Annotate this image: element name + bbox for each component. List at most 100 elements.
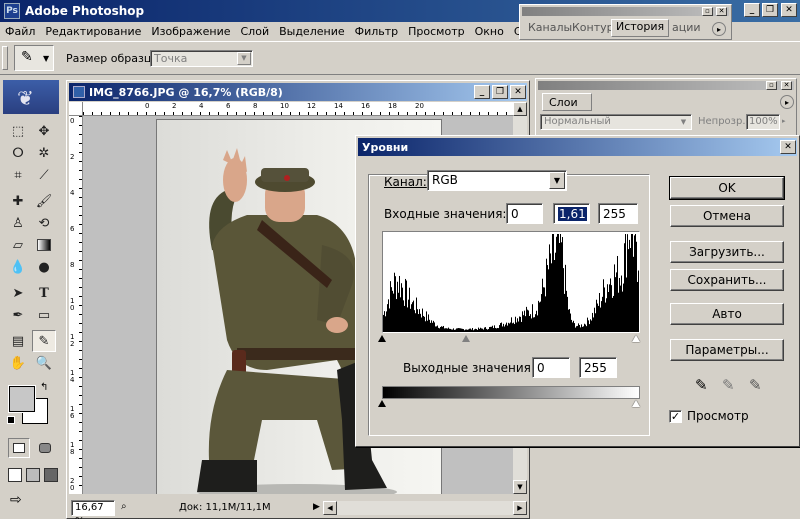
scroll-down-button[interactable]: ▼ (513, 480, 527, 494)
channel-select[interactable]: RGB ▼ (427, 170, 567, 191)
lasso-tool-icon[interactable]: ⵔ (6, 142, 30, 164)
foreground-color-swatch[interactable] (8, 385, 36, 413)
brush-tool-icon[interactable]: 🖌 (32, 190, 56, 212)
input-white-field[interactable]: 255 (598, 203, 638, 224)
ruler-origin[interactable] (69, 102, 83, 116)
opacity-slider-icon[interactable]: ▸ (782, 117, 786, 125)
levels-close-button[interactable]: ✕ (780, 140, 796, 154)
minimize-button[interactable]: _ (744, 3, 760, 17)
clone-stamp-tool-icon[interactable]: ♙ (6, 212, 30, 234)
options-button[interactable]: Параметры... (670, 339, 784, 361)
output-slider-track[interactable] (378, 400, 642, 410)
slice-tool-icon[interactable]: ⟋ (32, 164, 56, 186)
options-bar-grip[interactable] (2, 46, 8, 70)
preview-checkbox[interactable]: ✓ (669, 410, 682, 423)
history-panel-minimize[interactable]: ▫ (702, 7, 713, 16)
output-white-field[interactable]: 255 (579, 357, 617, 378)
menu-image[interactable]: Изображение (146, 25, 235, 38)
ruler-vertical[interactable]: 0 2 4 6 8 1 0 1 2 1 4 1 6 1 8 2 0 (69, 116, 83, 494)
input-black-slider[interactable] (378, 335, 386, 342)
document-titlebar[interactable]: IMG_8766.JPG @ 16,7% (RGB/8) (69, 83, 527, 101)
shape-tool-icon[interactable]: ▭ (32, 304, 56, 326)
status-options-icon[interactable]: ⌕ (121, 501, 127, 512)
crop-tool-icon[interactable]: ⌗ (6, 164, 30, 186)
menu-file[interactable]: Файл (0, 25, 40, 38)
output-black-slider[interactable] (378, 400, 386, 407)
input-black-field[interactable]: 0 (506, 203, 543, 224)
tool-preset-picker[interactable]: ✎ ▼ (14, 45, 54, 71)
status-menu-icon[interactable]: ▶ (313, 502, 320, 512)
menu-window[interactable]: Окно (470, 25, 509, 38)
hand-tool-icon[interactable]: ✋ (6, 352, 30, 374)
tab-actions[interactable]: ации (672, 21, 702, 37)
white-point-eyedropper-icon[interactable]: ✎ (749, 376, 762, 394)
gradient-tool-icon[interactable] (32, 234, 56, 256)
magic-wand-tool-icon[interactable]: ✲ (32, 142, 56, 164)
document-close-button[interactable]: ✕ (510, 85, 526, 99)
dodge-tool-icon[interactable]: ● (32, 256, 56, 278)
panel-menu-icon[interactable]: ▸ (712, 22, 726, 36)
history-panel-titlebar[interactable] (522, 7, 729, 16)
sample-size-select[interactable]: Точка ▼ (150, 50, 253, 67)
screen-mode-menu-icon[interactable] (26, 468, 40, 482)
cancel-button[interactable]: Отмена (670, 205, 784, 227)
input-gamma-slider[interactable] (462, 335, 470, 342)
ruler-horizontal[interactable]: 0 2 4 6 8 10 12 14 16 18 20 (83, 102, 513, 116)
history-brush-tool-icon[interactable]: ⟲ (32, 212, 56, 234)
quick-mask-mode-icon[interactable] (34, 438, 56, 458)
history-panel-close[interactable]: ✕ (716, 7, 727, 16)
load-button[interactable]: Загрузить... (670, 241, 784, 263)
screen-mode-full-icon[interactable] (44, 468, 58, 482)
move-tool-icon[interactable]: ✥ (32, 120, 56, 142)
tab-layers[interactable]: Слои (542, 93, 592, 111)
menu-filter[interactable]: Фильтр (350, 25, 404, 38)
notes-tool-icon[interactable]: ▤ (6, 330, 30, 352)
document-minimize-button[interactable]: _ (474, 85, 490, 99)
horizontal-scrollbar[interactable] (337, 501, 513, 515)
gray-point-eyedropper-icon[interactable]: ✎ (722, 376, 735, 394)
tab-history[interactable]: История (611, 19, 669, 37)
zoom-tool-icon[interactable]: 🔍 (32, 352, 56, 374)
preview-label[interactable]: Просмотр (687, 409, 749, 423)
close-button[interactable]: ✕ (781, 3, 797, 17)
layers-panel-titlebar[interactable] (538, 81, 794, 90)
layers-panel-close[interactable]: ✕ (781, 81, 792, 90)
default-colors-icon[interactable] (7, 416, 15, 424)
document-maximize-button[interactable]: ❐ (492, 85, 508, 99)
menu-view[interactable]: Просмотр (403, 25, 469, 38)
save-button[interactable]: Сохранить... (670, 269, 784, 291)
menu-edit[interactable]: Редактирование (40, 25, 146, 38)
swap-colors-icon[interactable]: ↰ (40, 382, 48, 393)
input-white-slider[interactable] (632, 335, 640, 342)
healing-brush-tool-icon[interactable]: ✚ (6, 190, 30, 212)
eyedropper-tool-icon[interactable]: ✎ (32, 330, 56, 352)
maximize-button[interactable]: ❐ (762, 3, 778, 17)
menu-layer[interactable]: Слой (236, 25, 275, 38)
scroll-up-button[interactable]: ▲ (513, 102, 527, 116)
zoom-field[interactable]: 16,67 % (71, 500, 115, 519)
pen-tool-icon[interactable]: ✒ (6, 304, 30, 326)
path-selection-tool-icon[interactable]: ➤ (6, 282, 30, 304)
menu-select[interactable]: Выделение (274, 25, 350, 38)
eraser-tool-icon[interactable]: ▱ (6, 234, 30, 256)
marquee-tool-icon[interactable]: ⬚ (6, 120, 30, 142)
opacity-field[interactable]: 100% (746, 114, 780, 130)
levels-titlebar[interactable]: Уровни (358, 138, 797, 156)
layers-menu-icon[interactable]: ▸ (780, 95, 794, 109)
output-white-slider[interactable] (632, 400, 640, 407)
blur-tool-icon[interactable]: 💧 (6, 256, 30, 278)
black-point-eyedropper-icon[interactable]: ✎ (695, 376, 708, 394)
scroll-right-button[interactable]: ▶ (513, 501, 527, 515)
standard-mode-icon[interactable] (8, 438, 30, 458)
scroll-left-button[interactable]: ◀ (323, 501, 337, 515)
output-black-field[interactable]: 0 (532, 357, 570, 378)
blend-mode-select[interactable]: Нормальный ▼ (540, 114, 692, 130)
screen-mode-standard-icon[interactable] (8, 468, 22, 482)
input-slider-track[interactable] (378, 335, 642, 345)
layers-panel-minimize[interactable]: ▫ (766, 81, 777, 90)
type-tool-icon[interactable]: T (32, 282, 56, 304)
input-gamma-field[interactable]: 1,61 (553, 203, 590, 224)
ok-button[interactable]: OK (669, 176, 785, 200)
jump-to-imageready-icon[interactable]: ⇨ (10, 492, 22, 508)
auto-button[interactable]: Авто (670, 303, 784, 325)
